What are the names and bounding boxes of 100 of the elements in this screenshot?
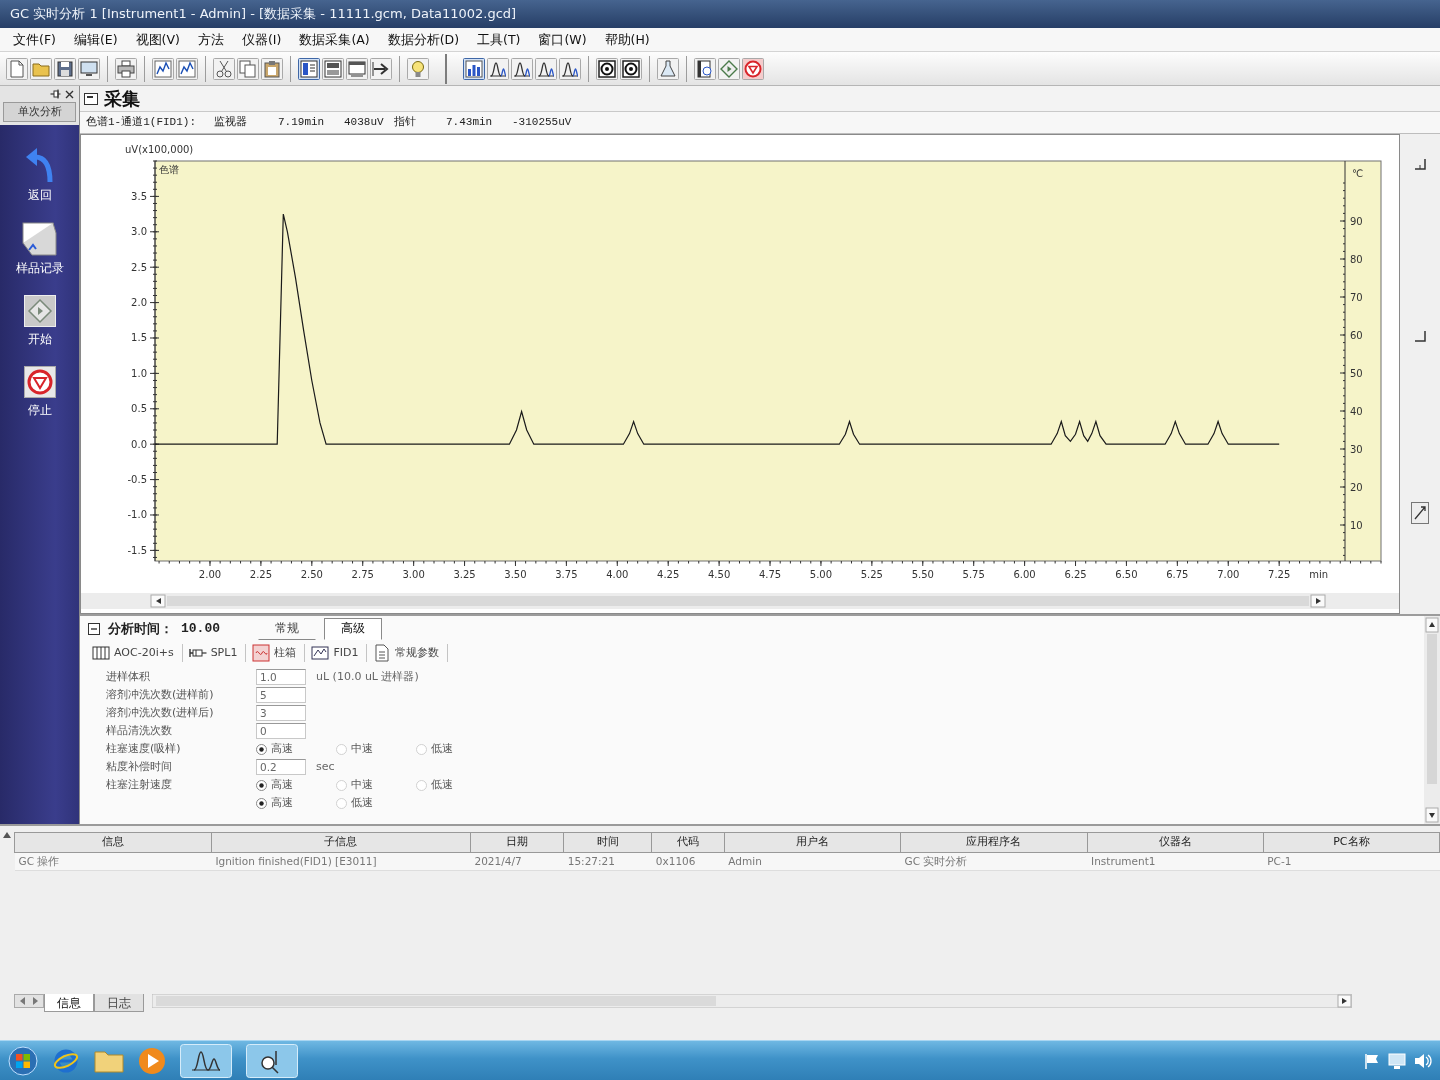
- horizontal-scrollbar[interactable]: [152, 994, 1352, 1008]
- menu-item[interactable]: 窗口(W): [529, 28, 596, 51]
- flask-icon[interactable]: [657, 57, 679, 80]
- printer-icon[interactable]: [115, 57, 137, 80]
- radio-option[interactable]: 高速: [256, 776, 326, 794]
- magnifier-app-icon[interactable]: [246, 1043, 298, 1078]
- clipboard-icon[interactable]: [261, 57, 283, 80]
- peaks-icon[interactable]: [535, 57, 557, 80]
- column-header[interactable]: 用户名: [724, 832, 901, 852]
- column-header[interactable]: 信息: [14, 832, 212, 852]
- vertical-scrollbar[interactable]: [1424, 616, 1440, 824]
- menu-item[interactable]: 数据分析(D): [378, 28, 469, 51]
- stop-button[interactable]: 停止: [23, 366, 56, 419]
- menu-item[interactable]: 工具(T): [468, 28, 530, 51]
- start-orb-icon[interactable]: [8, 1045, 38, 1076]
- radio-option[interactable]: 中速: [336, 740, 406, 758]
- monitor-icon[interactable]: [78, 57, 100, 80]
- speaker-icon[interactable]: [1414, 1052, 1432, 1069]
- column-header[interactable]: 应用程序名: [900, 832, 1088, 852]
- radio-option[interactable]: 低速: [416, 740, 486, 758]
- menu-item[interactable]: 方法: [188, 28, 233, 51]
- book-icon[interactable]: [694, 57, 716, 80]
- number-field[interactable]: 1.0: [256, 669, 306, 685]
- scissors-icon[interactable]: [213, 57, 235, 80]
- y-tick-label: 0.0: [131, 438, 147, 450]
- x-tick-label: 4.25: [657, 569, 680, 580]
- document-icon: [373, 644, 392, 662]
- peaks-icon[interactable]: [511, 57, 533, 80]
- tab[interactable]: 常规: [258, 618, 316, 640]
- x-tick-label: 6.25: [1064, 569, 1087, 580]
- window-icon[interactable]: [346, 57, 368, 80]
- corner-mark-icon[interactable]: [1414, 330, 1426, 342]
- media-player-icon[interactable]: [138, 1046, 166, 1075]
- y-tick-label: 3.0: [131, 226, 147, 238]
- target-icon[interactable]: [596, 57, 618, 80]
- pin-icon[interactable]: [50, 89, 61, 99]
- injector-tab[interactable]: SPL1: [186, 644, 247, 662]
- radio-option[interactable]: 中速: [336, 776, 406, 794]
- radio-option[interactable]: 低速: [416, 776, 486, 794]
- column-header[interactable]: 时间: [563, 832, 652, 852]
- line-chart-icon[interactable]: [176, 57, 198, 80]
- radio-option[interactable]: 高速: [256, 740, 326, 758]
- line-chart-icon[interactable]: [152, 57, 174, 80]
- expand-icon[interactable]: [1411, 502, 1429, 524]
- signal-reading: -310255uV: [512, 115, 572, 131]
- start-button[interactable]: 开始: [23, 295, 56, 348]
- tab[interactable]: 信息: [44, 994, 94, 1012]
- menu-item[interactable]: 编辑(E): [64, 28, 127, 51]
- column-header[interactable]: 日期: [470, 832, 564, 852]
- menu-item[interactable]: 数据采集(A): [290, 28, 379, 51]
- peaks-icon[interactable]: [487, 57, 509, 80]
- diamond-icon[interactable]: [718, 57, 740, 80]
- radio-option[interactable]: 高速: [256, 794, 326, 812]
- collapse-icon[interactable]: [88, 623, 100, 635]
- temperature-tick-label: 20: [1350, 481, 1363, 493]
- column-header[interactable]: 代码: [651, 832, 725, 852]
- window-icon[interactable]: [84, 92, 98, 105]
- number-field[interactable]: 5: [256, 687, 306, 703]
- chart-app-icon[interactable]: [180, 1043, 232, 1078]
- channel-label: 色谱1-通道1(FID1):: [86, 115, 197, 131]
- radio-option[interactable]: 低速: [336, 794, 406, 812]
- temperature-tick-label: 60: [1350, 329, 1363, 341]
- tab[interactable]: 高级: [324, 618, 382, 640]
- monitor-icon[interactable]: [1388, 1052, 1406, 1069]
- corner-mark-icon[interactable]: [1414, 158, 1426, 170]
- menu-item[interactable]: 仪器(I): [232, 28, 291, 51]
- stop-icon[interactable]: [742, 57, 764, 80]
- horizontal-scrollbar[interactable]: [81, 593, 1399, 609]
- temperature-tick-label: 10: [1350, 519, 1363, 531]
- target-icon[interactable]: [620, 57, 642, 80]
- tab[interactable]: 日志: [94, 994, 144, 1012]
- window-title: GC 实时分析 1 [Instrument1 - Admin] - [数据采集 - 11111.gcm, Data11002.gcd]: [10, 5, 517, 24]
- tab-scroll-icon[interactable]: [14, 994, 44, 1008]
- column-header[interactable]: 子信息: [211, 832, 471, 852]
- sample-record-button[interactable]: 样品记录: [15, 222, 64, 277]
- menu-item[interactable]: 帮助(H): [595, 28, 659, 51]
- column-oven-tab[interactable]: 柱箱: [250, 644, 306, 662]
- layout-icon[interactable]: [322, 57, 344, 80]
- column-header[interactable]: 仪器名: [1087, 832, 1264, 852]
- folder-icon[interactable]: [94, 1048, 124, 1073]
- bar-chart-icon[interactable]: [463, 57, 485, 80]
- panel-tab[interactable]: 单次分析: [3, 102, 76, 122]
- menu-item[interactable]: 文件(F): [4, 28, 65, 51]
- detector-tab[interactable]: FID1: [309, 644, 368, 662]
- flag-icon[interactable]: [1364, 1052, 1380, 1069]
- column-header[interactable]: PC名称: [1263, 832, 1440, 852]
- number-field[interactable]: 3: [256, 705, 306, 721]
- menu-item[interactable]: 视图(V): [126, 28, 189, 51]
- close-icon[interactable]: [65, 89, 74, 99]
- peaks-icon[interactable]: [559, 57, 581, 80]
- layout-icon[interactable]: [298, 57, 320, 80]
- unit-label: sec: [316, 758, 335, 775]
- autosampler-tab[interactable]: AOC-20i+s: [90, 644, 183, 662]
- caret-icon[interactable]: [3, 832, 11, 838]
- bulb-icon[interactable]: [407, 57, 429, 80]
- general-parameters-tab[interactable]: 常规参数: [371, 644, 449, 662]
- back-button[interactable]: 返回: [24, 147, 55, 204]
- number-field[interactable]: 0: [256, 723, 306, 739]
- copy-icon[interactable]: [237, 57, 259, 80]
- number-field[interactable]: 0.2: [256, 759, 306, 775]
